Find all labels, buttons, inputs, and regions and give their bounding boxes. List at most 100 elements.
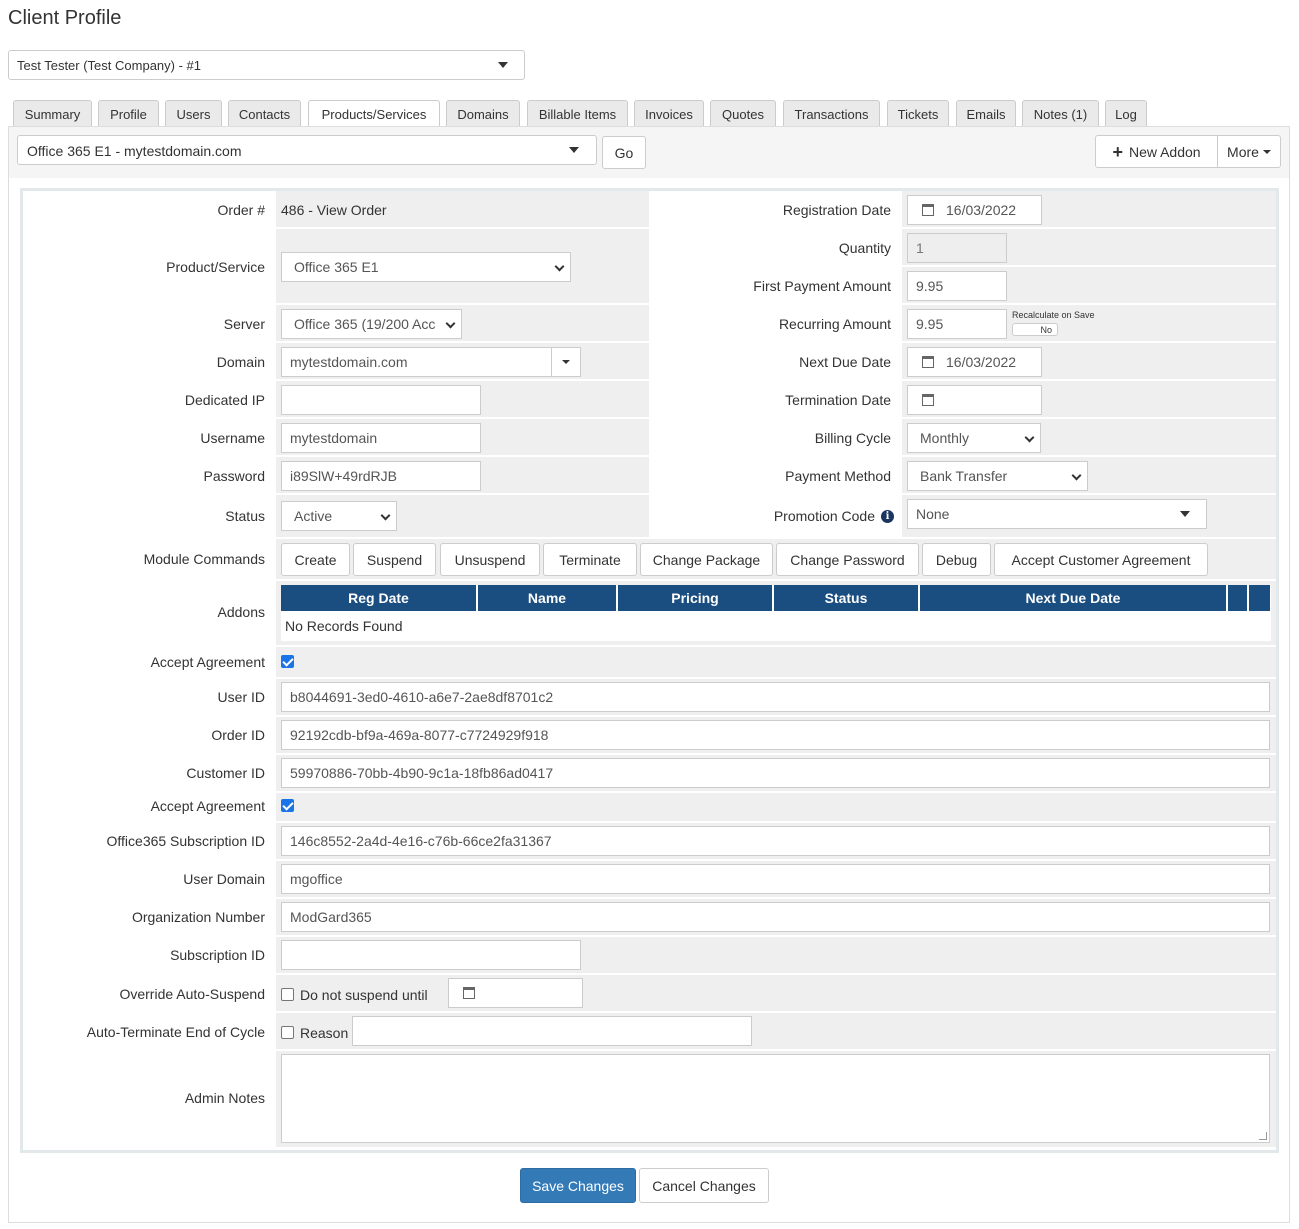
domain-dropdown-toggle[interactable] (551, 348, 580, 376)
cancel-changes-button[interactable]: Cancel Changes (639, 1168, 769, 1203)
order-value[interactable]: 486 - View Order (281, 202, 387, 218)
domain-input[interactable]: mytestdomain.com (281, 347, 581, 377)
debug-button[interactable]: Debug (922, 543, 991, 576)
tab-tickets[interactable]: Tickets (887, 100, 949, 127)
new-addon-button[interactable]: + New Addon (1095, 135, 1218, 168)
server-select[interactable]: Office 365 (19/200 Acc (281, 309, 462, 339)
change-password-button[interactable]: Change Password (776, 543, 919, 576)
reason-input[interactable] (352, 1016, 752, 1046)
product-select-value: Office 365 E1 (294, 259, 379, 275)
order-id-input[interactable]: 92192cdb-bf9a-469a-8077-c7724929f918 (281, 720, 1270, 750)
accept-agreement-2-checkbox[interactable] (281, 799, 294, 812)
billing-cycle-select[interactable]: Monthly (907, 423, 1041, 453)
product-label: Product/Service (166, 259, 265, 275)
tab-transactions[interactable]: Transactions (783, 100, 880, 127)
service-bar: Office 365 E1 - mytestdomain.com Go + Ne… (9, 127, 1289, 178)
terminate-button[interactable]: Terminate (543, 543, 637, 576)
reg-date-label: Registration Date (782, 202, 891, 218)
admin-notes-textarea[interactable] (281, 1054, 1270, 1143)
accept-customer-agreement-button[interactable]: Accept Customer Agreement (994, 543, 1208, 576)
chevron-down-icon (445, 318, 456, 329)
column-next-due-date[interactable]: Next Due Date (920, 585, 1228, 611)
tab-log[interactable]: Log (1105, 100, 1147, 127)
server-select-value: Office 365 (19/200 Acc (294, 316, 436, 332)
org-number-input[interactable]: ModGard365 (281, 902, 1270, 932)
override-date-input[interactable] (448, 978, 583, 1008)
save-changes-button[interactable]: Save Changes (520, 1168, 636, 1203)
more-dropdown-button[interactable]: More (1217, 135, 1281, 168)
products-services-panel: Office 365 E1 - mytestdomain.com Go + Ne… (8, 126, 1290, 1223)
suspend-button[interactable]: Suspend (353, 543, 436, 576)
column-action-1 (1228, 585, 1249, 611)
tab-summary[interactable]: Summary (13, 100, 92, 127)
billing-cycle-value: Monthly (920, 430, 970, 446)
auto-terminate-checkbox[interactable] (281, 1026, 294, 1039)
status-select[interactable]: Active (281, 501, 397, 531)
user-domain-input[interactable]: mgoffice (281, 864, 1270, 894)
next-due-input[interactable]: 16/03/2022 (907, 347, 1042, 377)
first-payment-input[interactable]: 9.95 (907, 271, 1007, 301)
first-payment-label: First Payment Amount (753, 278, 891, 294)
create-button[interactable]: Create (281, 543, 350, 576)
tab-quotes[interactable]: Quotes (710, 100, 776, 127)
accept-agreement-checkbox[interactable] (281, 655, 294, 668)
password-input[interactable]: i89SlW+49rdRJB (281, 461, 481, 491)
service-select[interactable]: Office 365 E1 - mytestdomain.com (17, 135, 597, 165)
org-number-value: ModGard365 (290, 909, 372, 925)
reg-date-input[interactable]: 16/03/2022 (907, 195, 1042, 225)
customer-id-input[interactable]: 59970886-70bb-4b90-9c1a-18fb86ad0417 (281, 758, 1270, 788)
page-title: Client Profile (8, 7, 122, 29)
o365-sub-id-label: Office365 Subscription ID (106, 833, 266, 849)
tab-emails[interactable]: Emails (956, 100, 1016, 127)
recalculate-toggle[interactable]: No (1012, 323, 1058, 336)
column-status[interactable]: Status (774, 585, 920, 611)
tab-profile[interactable]: Profile (98, 100, 159, 127)
recalculate-label: Recalculate on Save (1012, 310, 1095, 320)
next-due-label: Next Due Date (799, 354, 891, 370)
more-label: More (1227, 143, 1259, 160)
accept-agreement-label: Accept Agreement (150, 654, 265, 670)
column-action-2 (1249, 585, 1270, 611)
o365-sub-id-input[interactable]: 146c8552-2a4d-4e16-c76b-66ce2fa31367 (281, 826, 1270, 856)
calendar-icon (922, 204, 934, 216)
column-reg-date[interactable]: Reg Date (281, 585, 478, 611)
quantity-label: Quantity (838, 240, 891, 256)
tab-notes[interactable]: Notes (1) (1022, 100, 1099, 127)
override-checkbox-label: Do not suspend until (300, 987, 428, 1003)
override-checkbox[interactable] (281, 988, 294, 1001)
recurring-input[interactable]: 9.95 (907, 309, 1007, 339)
client-select[interactable]: Test Tester (Test Company) - #1 (8, 50, 525, 80)
tab-domains[interactable]: Domains (446, 100, 520, 127)
info-icon[interactable]: i (881, 510, 894, 523)
tab-invoices[interactable]: Invoices (634, 100, 704, 127)
subscription-id-label: Subscription ID (170, 947, 265, 963)
subscription-id-input[interactable] (281, 940, 581, 970)
username-input[interactable]: mytestdomain (281, 423, 481, 453)
username-label: Username (200, 430, 265, 446)
unsuspend-button[interactable]: Unsuspend (440, 543, 540, 576)
termination-input[interactable] (907, 385, 1042, 415)
go-button[interactable]: Go (602, 136, 646, 169)
quantity-input[interactable]: 1 (907, 233, 1007, 263)
server-label: Server (223, 316, 265, 332)
tab-products-services[interactable]: Products/Services (308, 100, 440, 128)
addons-table: Reg Date Name Pricing Status Next Due Da… (281, 585, 1271, 641)
column-pricing[interactable]: Pricing (618, 585, 774, 611)
order-label: Order # (217, 202, 265, 218)
tab-billable-items[interactable]: Billable Items (527, 100, 628, 127)
tab-contacts[interactable]: Contacts (228, 100, 301, 127)
chevron-down-icon (1180, 511, 1190, 517)
customer-id-value: 59970886-70bb-4b90-9c1a-18fb86ad0417 (290, 765, 554, 781)
payment-method-select[interactable]: Bank Transfer (907, 461, 1088, 491)
chevron-down-icon (569, 147, 579, 153)
quantity-value: 1 (916, 240, 924, 256)
dedicated-ip-input[interactable] (281, 385, 481, 415)
user-id-input[interactable]: b8044691-3ed0-4610-a6e7-2ae8df8701c2 (281, 682, 1270, 712)
calendar-icon (922, 356, 934, 368)
column-name[interactable]: Name (478, 585, 618, 611)
promo-select[interactable]: None (907, 499, 1207, 529)
change-package-button[interactable]: Change Package (640, 543, 773, 576)
product-select[interactable]: Office 365 E1 (281, 252, 571, 282)
tab-users[interactable]: Users (165, 100, 222, 127)
resize-handle-icon[interactable] (1259, 1132, 1267, 1140)
